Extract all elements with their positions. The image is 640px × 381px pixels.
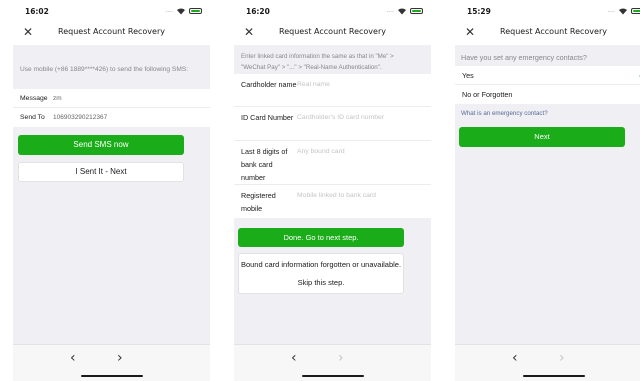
nav-bar: ✕ Request Account Recovery [455,20,640,45]
message-label: Message [20,94,48,102]
wifi-icon [177,8,185,15]
bottom-toolbar: ‹ › [234,344,431,381]
bottom-toolbar: ‹ › [13,344,210,381]
signal-icon: .... [386,7,394,14]
bank-card-row: Last 8 digits of bank card number Any bo… [234,141,431,185]
home-indicator [301,374,364,377]
nav-bar: ✕ Request Account Recovery [234,20,431,45]
sent-next-button[interactable]: I Sent It - Next [18,162,184,182]
cardholder-row: Cardholder name Real name [234,74,431,107]
message-value: zm [53,94,62,102]
option-yes[interactable]: Yes ✓ [455,66,640,85]
home-indicator [80,374,143,377]
send-to-row: Send To 106903290212367 [13,108,210,127]
card-info-form: Cardholder name Real name ID Card Number… [234,74,431,218]
wifi-icon [398,8,406,15]
id-card-label: ID Card Number [241,113,294,122]
option-no-label: No or Forgotten [462,90,513,99]
nav-bar: ✕ Request Account Recovery [13,20,210,45]
mobile-label: Registered mobile [241,191,276,213]
status-bar: 16:20 .... [234,0,431,20]
cardholder-name-input[interactable]: Real name [297,78,424,102]
emergency-question: Have you set any emergency contacts? [461,53,587,62]
battery-icon [410,8,423,14]
battery-icon [189,8,202,14]
message-row: Message zm [13,89,210,108]
bank-card-input[interactable]: Any bound card [297,145,424,180]
battery-level [633,10,640,12]
option-no-or-forgotten[interactable]: No or Forgotten [455,85,640,104]
signal-icon: .... [607,7,615,14]
option-yes-label: Yes [462,70,474,80]
status-bar: 16:02 .... [13,0,210,20]
status-bar: 15:29 .... [455,0,640,20]
id-card-input[interactable]: Cardholder's ID card number [297,111,424,136]
phone-screen-emergency-contacts: 15:29 .... ✕ Request Account Recovery Ha… [455,0,640,381]
status-time: 16:20 [246,7,270,16]
next-button[interactable]: Next [459,127,625,147]
mobile-row: Registered mobile Mobile linked to bank … [234,185,431,218]
status-icons: .... [607,7,640,15]
status-icons: .... [165,7,202,15]
page-title: Request Account Recovery [279,27,386,36]
skip-step-button[interactable]: Bound card information forgotten or unav… [238,253,404,294]
home-indicator [522,374,585,377]
chevron-right-icon: › [338,350,344,366]
emergency-contact-help-link[interactable]: What is an emergency contact? [461,110,548,117]
battery-level [191,10,200,12]
chevron-right-icon: › [559,350,565,366]
bank-card-label: Last 8 digits of bank card number [241,147,288,182]
send-sms-button[interactable]: Send SMS now [18,135,184,155]
mobile-input[interactable]: Mobile linked to bank card [297,189,424,214]
send-to-value: 106903290212367 [53,114,108,121]
phone-screen-card-info: 16:20 .... ✕ Request Account Recovery En… [234,0,431,381]
battery-icon [631,8,640,14]
chevron-left-icon[interactable]: ‹ [70,350,76,366]
status-icons: .... [386,7,423,15]
emergency-options-list: Yes ✓ No or Forgotten [455,66,640,104]
signal-icon: .... [165,7,173,14]
bottom-toolbar: ‹ › [455,344,640,381]
chevron-left-icon[interactable]: ‹ [512,350,518,366]
sms-instruction: Use mobile (+86 1889****426) to send the… [20,66,189,73]
id-card-row: ID Card Number Cardholder's ID card numb… [234,107,431,141]
chevron-right-icon[interactable]: › [117,350,123,366]
page-title: Request Account Recovery [500,27,607,36]
status-time: 16:02 [25,7,49,16]
page-title: Request Account Recovery [58,27,165,36]
phone-screen-sms: 16:02 .... ✕ Request Account Recovery Us… [13,0,210,381]
cardholder-label: Cardholder name [241,80,297,89]
status-time: 15:29 [467,7,491,16]
wifi-icon [619,8,627,15]
sms-details-list: Message zm Send To 106903290212367 [13,89,210,127]
chevron-left-icon[interactable]: ‹ [291,350,297,366]
battery-level [412,10,421,12]
send-to-label: Send To [20,114,45,121]
card-instruction: Enter linked card information the same a… [241,53,394,71]
next-step-button[interactable]: Done. Go to next step. [238,228,404,247]
